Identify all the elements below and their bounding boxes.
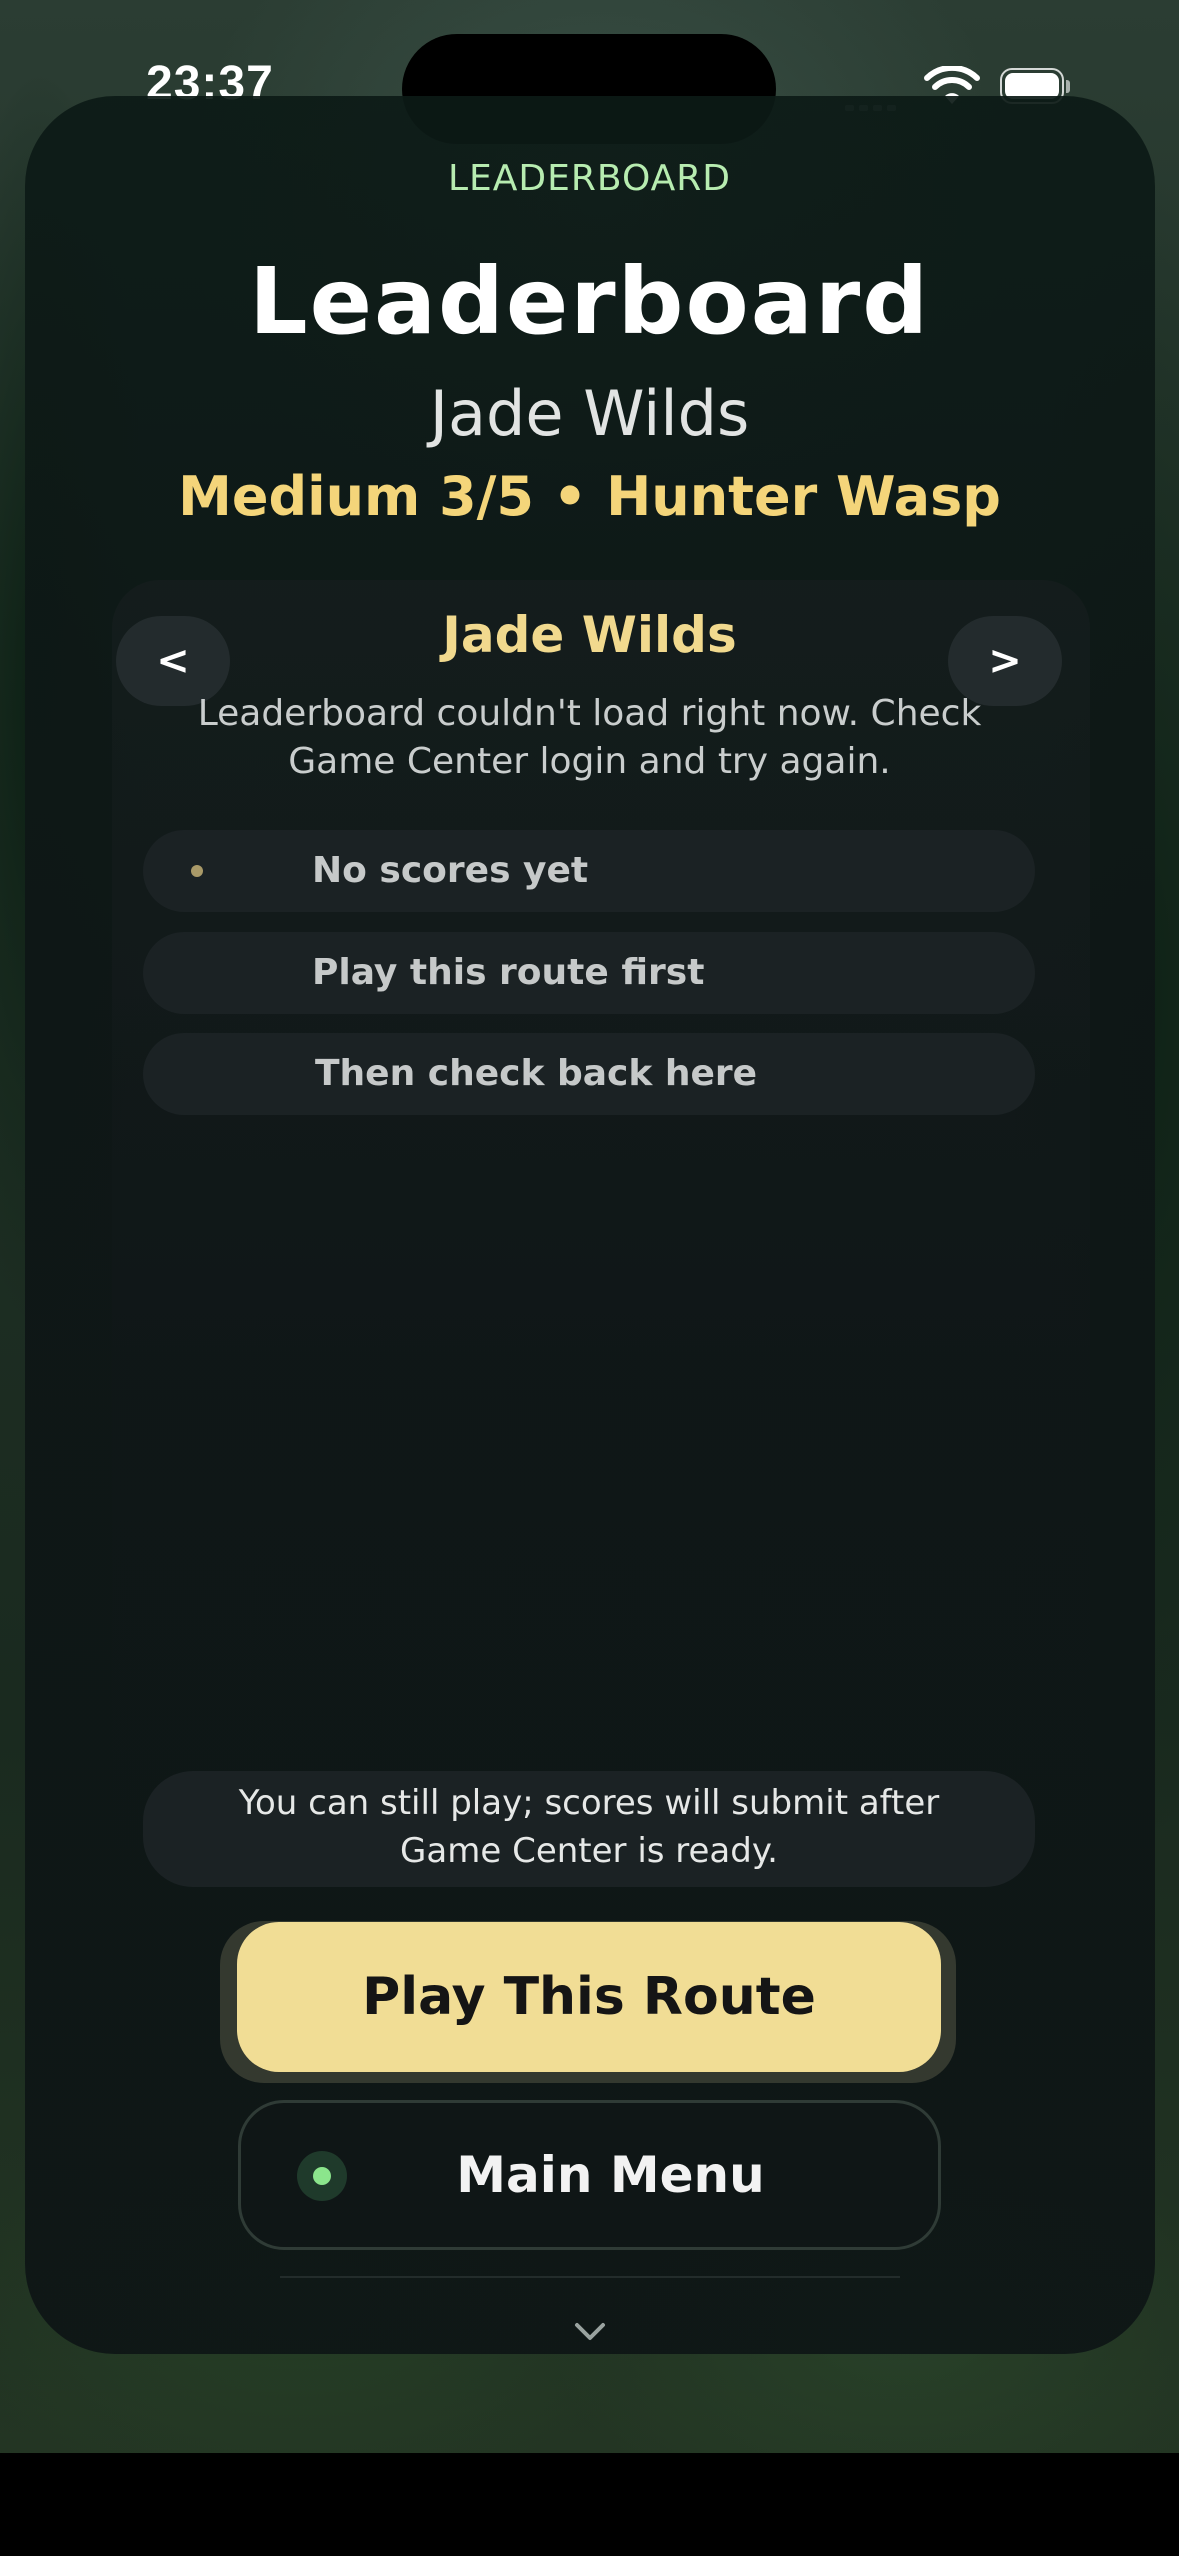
play-route-button[interactable]: Play This Route — [237, 1922, 941, 2072]
main-menu-button[interactable]: Main Menu — [238, 2100, 941, 2250]
difficulty-label: Medium 3/5 • Hunter Wasp — [178, 465, 1001, 528]
list-item: No scores yet — [143, 830, 1035, 912]
list-item-text: No scores yet — [312, 850, 589, 891]
section-eyebrow: LEADERBOARD — [447, 158, 732, 199]
divider — [280, 2276, 900, 2278]
list-item: Play this route first — [143, 932, 1035, 1014]
main-menu-label: Main Menu — [456, 2146, 765, 2204]
bottom-bar — [0, 2453, 1179, 2556]
list-item-text: Play this route first — [312, 952, 705, 993]
bullet-icon — [191, 865, 203, 877]
chevron-down-icon[interactable] — [572, 2316, 608, 2346]
error-message: Leaderboard couldn't load right now. Che… — [197, 693, 982, 782]
route-subtitle: Jade Wilds — [429, 377, 750, 450]
info-notice: You can still play; scores will submit a… — [143, 1771, 1035, 1887]
page-title: Leaderboard — [248, 248, 931, 355]
list-item-text: Then check back here — [315, 1053, 758, 1094]
notice-text: You can still play; scores will submit a… — [238, 1783, 940, 1871]
list-item: Then check back here — [143, 1033, 1035, 1115]
